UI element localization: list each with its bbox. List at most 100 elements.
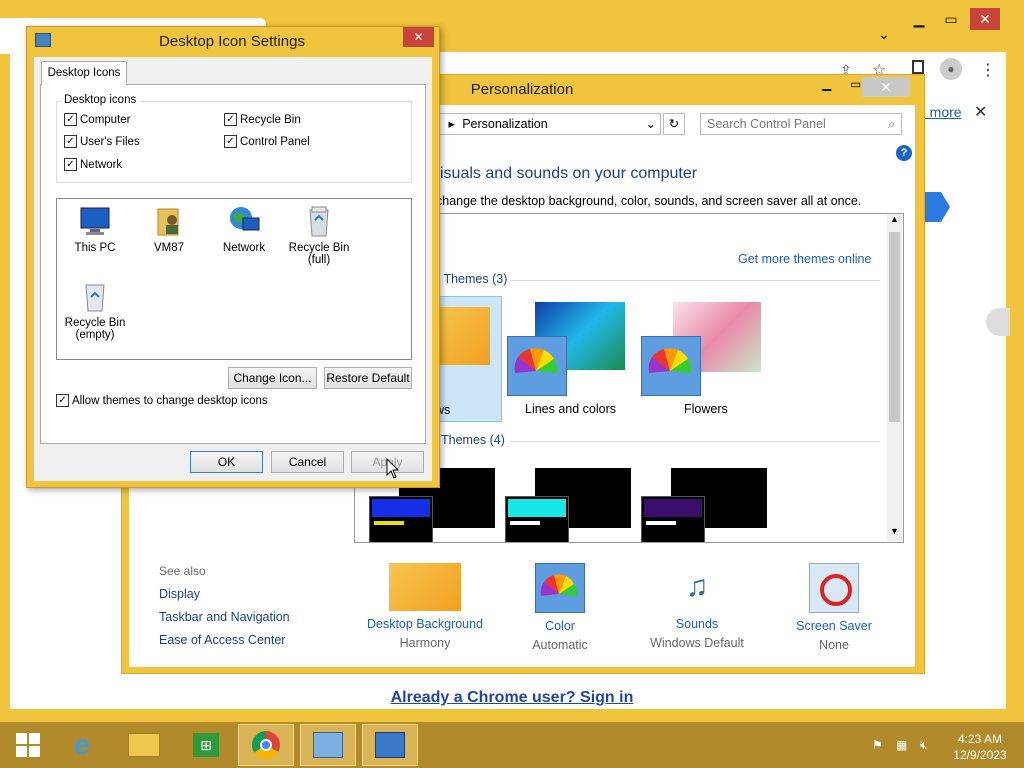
- see-also-taskbar-link[interactable]: Taskbar and Navigation: [159, 610, 290, 624]
- tab-desktop-icons[interactable]: Desktop Icons: [41, 61, 127, 85]
- theme-flowers[interactable]: Flowers: [641, 296, 771, 420]
- icon-label: Network: [222, 242, 266, 254]
- minimize-button[interactable]: ▁: [822, 77, 831, 91]
- volume-muted-icon[interactable]: 🔇︎: [920, 738, 928, 753]
- color-value: Automatic: [532, 638, 588, 652]
- sounds-value: Windows Default: [650, 636, 744, 650]
- sounds-item[interactable]: ♫ Sounds Windows Default: [637, 563, 757, 650]
- dialog-body: Desktop Icons Desktop icons ✓ Computer ✓ R…: [34, 57, 432, 481]
- checkbox-label: User's Files: [80, 135, 140, 148]
- get-more-themes-link[interactable]: Get more themes online: [738, 252, 871, 266]
- icon-item-this-pc[interactable]: This PC: [57, 204, 133, 254]
- checkbox-label: Computer: [80, 113, 131, 126]
- address-bar[interactable]: n ▸ Personalization ⌄: [429, 113, 661, 135]
- mouse-cursor-icon: [386, 457, 400, 483]
- color-palette-icon: [507, 336, 567, 396]
- action-center-flag-icon[interactable]: ⚑: [872, 738, 883, 752]
- chevron-down-icon[interactable]: ⌄: [646, 114, 656, 134]
- cancel-button[interactable]: Cancel: [271, 451, 344, 473]
- chrome-signin-link[interactable]: Already a Chrome user? Sign in: [0, 689, 1024, 707]
- search-placeholder: Search Control Panel: [707, 117, 826, 131]
- checkbox-box[interactable]: ✓: [224, 135, 237, 148]
- network-tray-icon[interactable]: ▦: [896, 738, 907, 752]
- icon-item-network[interactable]: Network: [206, 204, 282, 254]
- refresh-icon[interactable]: ↻: [663, 113, 685, 135]
- color-palette-icon: [641, 336, 701, 396]
- checkbox-network[interactable]: ✓ Network: [64, 158, 122, 171]
- chrome-maximize-button[interactable]: ▭: [936, 8, 966, 30]
- icon-label: VM87: [153, 242, 185, 254]
- checkbox-control-panel[interactable]: ✓ Control Panel: [224, 135, 310, 148]
- taskbar-desktop-icon-settings[interactable]: [362, 724, 418, 766]
- color-palette-icon: [535, 563, 585, 613]
- icon-list[interactable]: This PC VM87 Network Recycle Bin (full) …: [56, 198, 412, 360]
- screen-saver-icon: [809, 563, 859, 613]
- see-also-heading: See also: [159, 564, 206, 578]
- checkbox-box[interactable]: ✓: [64, 135, 77, 148]
- checkbox-box[interactable]: ✓: [64, 113, 77, 126]
- search-icon[interactable]: ⌕: [888, 114, 895, 134]
- store-icon: ⊞: [193, 733, 219, 757]
- search-input[interactable]: Search Control Panel ⌕: [700, 113, 902, 135]
- help-icon[interactable]: ?: [896, 145, 912, 161]
- chevron-down-icon[interactable]: ⌄: [878, 26, 890, 43]
- side-panel-icon[interactable]: [912, 60, 924, 74]
- windows-logo-icon: [16, 733, 40, 757]
- checkbox-recycle-bin[interactable]: ✓ Recycle Bin: [224, 113, 301, 126]
- scrollbar-thumb[interactable]: [889, 232, 900, 422]
- close-banner-icon[interactable]: ✕: [974, 102, 987, 122]
- profile-avatar[interactable]: ●: [940, 58, 962, 80]
- see-also-ease-link[interactable]: Ease of Access Center: [159, 633, 285, 647]
- dialog-close-button[interactable]: ✕: [403, 27, 434, 47]
- chrome-minimize-button[interactable]: ▁: [904, 8, 934, 30]
- chrome-close-button[interactable]: ✕: [970, 8, 1000, 30]
- icon-item-vm87[interactable]: VM87: [131, 204, 207, 254]
- checkbox-allow-themes[interactable]: ✓ Allow themes to change desktop icons: [56, 394, 268, 407]
- color-label[interactable]: Color: [510, 619, 610, 633]
- divider: [510, 441, 880, 442]
- recycle-bin-full-icon: [302, 204, 336, 238]
- desktop-background-label[interactable]: Desktop Background: [355, 617, 495, 631]
- this-pc-icon: [78, 204, 112, 238]
- checkbox-box[interactable]: ✓: [56, 394, 69, 407]
- scroll-up-icon[interactable]: ▲: [887, 214, 902, 224]
- change-icon-button[interactable]: Change Icon...: [228, 367, 317, 389]
- icon-item-recycle-bin-full[interactable]: Recycle Bin (full): [281, 204, 357, 266]
- taskbar-file-explorer[interactable]: [116, 724, 172, 766]
- icon-item-recycle-bin-empty[interactable]: Recycle Bin (empty): [57, 279, 133, 341]
- menu-kebab-icon[interactable]: ⋮: [980, 60, 996, 80]
- see-also-display-link[interactable]: Display: [159, 587, 200, 601]
- taskbar-store[interactable]: ⊞: [178, 724, 234, 766]
- maximize-button[interactable]: ▭: [850, 77, 861, 91]
- restore-default-button[interactable]: Restore Default: [324, 367, 412, 389]
- tray-date[interactable]: 12/9/2023: [950, 748, 1010, 762]
- ok-button[interactable]: OK: [190, 451, 263, 473]
- themes-scrollbar[interactable]: ▲ ▼: [887, 214, 902, 541]
- checkbox-box[interactable]: ✓: [64, 158, 77, 171]
- chrome-icon: [252, 731, 280, 759]
- tray-time[interactable]: 4:23 AM: [950, 732, 1010, 746]
- sounds-label[interactable]: Sounds: [637, 617, 757, 631]
- screen-saver-label[interactable]: Screen Saver: [784, 619, 884, 633]
- breadcrumb-arrow-icon: ▸: [448, 117, 455, 131]
- checkbox-label: Network: [80, 158, 123, 171]
- desktop-background-thumbnail: [389, 563, 461, 611]
- taskbar-internet-explorer[interactable]: e: [54, 724, 110, 766]
- close-button[interactable]: ✕: [862, 77, 910, 97]
- checkbox-users-files[interactable]: ✓ User's Files: [64, 135, 140, 148]
- taskbar-chrome[interactable]: [238, 724, 294, 766]
- breadcrumb-personalization[interactable]: Personalization: [462, 117, 547, 131]
- taskbar-control-panel[interactable]: [300, 724, 356, 766]
- icon-label: Recycle Bin (full): [288, 242, 350, 266]
- theme-label: Flowers: [684, 402, 728, 416]
- desktop-background-item[interactable]: Desktop Background Harmony: [355, 563, 495, 650]
- checkbox-computer[interactable]: ✓ Computer: [64, 113, 131, 126]
- desktop-settings-icon: [375, 732, 405, 758]
- screen-saver-item[interactable]: Screen Saver None: [784, 563, 884, 652]
- start-button[interactable]: [0, 724, 56, 766]
- theme-lines-and-colors[interactable]: Lines and colors: [505, 296, 635, 420]
- checkbox-box[interactable]: ✓: [224, 113, 237, 126]
- color-item[interactable]: Color Automatic: [510, 563, 610, 652]
- hc-preview-2: [505, 496, 569, 542]
- scroll-down-icon[interactable]: ▼: [890, 526, 899, 536]
